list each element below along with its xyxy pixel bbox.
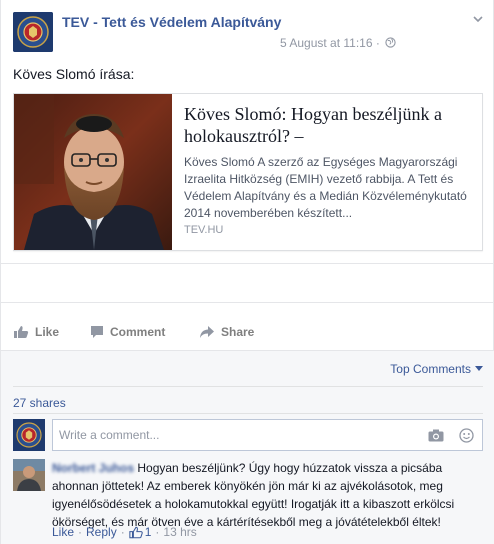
shares-count-link[interactable]: 27 shares (13, 396, 66, 410)
comment-body: Norbert Juhos Hogyan beszéljünk? Úgy hog… (52, 459, 482, 531)
comment-like-count[interactable]: 1 (129, 525, 152, 539)
commenter-avatar[interactable] (13, 459, 45, 491)
top-comments-dropdown[interactable]: Top Comments (390, 362, 483, 376)
comment-label: Comment (110, 325, 166, 339)
comment-input-box[interactable] (52, 419, 483, 451)
divider (13, 413, 483, 414)
viewer-avatar (13, 419, 45, 451)
link-domain: TEV.HU (184, 224, 224, 236)
comment-author-link[interactable]: Norbert Juhos (52, 461, 134, 475)
share-label: Share (221, 325, 255, 339)
chevron-down-icon[interactable] (471, 12, 485, 26)
comment-meta: Like · Reply · 1 · 13 hrs (52, 525, 197, 539)
emoji-icon[interactable] (459, 428, 474, 443)
divider (1, 302, 494, 303)
thumbs-up-icon (129, 526, 143, 538)
sort-label: Top Comments (390, 362, 471, 376)
comment-reply-link[interactable]: Reply (86, 525, 117, 539)
camera-icon[interactable] (428, 429, 444, 442)
divider (13, 386, 483, 387)
comment-age[interactable]: 13 hrs (163, 525, 196, 539)
link-thumbnail-image[interactable] (14, 94, 172, 250)
like-count-value: 1 (144, 525, 152, 539)
link-preview-card[interactable]: Köves Slomó: Hogyan beszéljünk a holokau… (13, 93, 483, 251)
comment-button[interactable]: Comment (90, 325, 165, 339)
like-label: Like (35, 325, 60, 339)
page-name-link[interactable]: TEV - Tett és Védelem Alapítvány (62, 14, 281, 30)
caret-down-icon (475, 366, 483, 371)
comment-input[interactable] (59, 420, 419, 450)
comment-like-link[interactable]: Like (52, 525, 74, 539)
post-card: TEV - Tett és Védelem Alapítvány 5 Augus… (0, 0, 494, 544)
like-button[interactable]: Like (13, 325, 59, 339)
share-button[interactable]: Share (199, 325, 254, 339)
post-timestamp[interactable]: 5 August at 11:16 · (280, 36, 380, 50)
timestamp-separator: · (375, 36, 380, 50)
comments-section: Top Comments 27 shares Write a comment..… (1, 350, 494, 544)
meta-separator: · (120, 525, 125, 539)
thumbs-up-icon (14, 326, 29, 338)
meta-separator: · (78, 525, 83, 539)
meta-separator: · (155, 525, 160, 539)
page-avatar[interactable] (13, 12, 53, 52)
link-title[interactable]: Köves Slomó: Hogyan beszéljünk a holokau… (184, 103, 474, 147)
post-text: Köves Slomó írása: (13, 66, 135, 82)
divider (1, 263, 494, 264)
comment-bubble-icon (91, 326, 103, 338)
share-arrow-icon (200, 326, 214, 338)
timestamp-text[interactable]: 5 August at 11:16 (280, 36, 373, 50)
link-description: Köves Slomó A szerző az Egységes Magyaro… (184, 155, 467, 220)
globe-icon[interactable] (385, 37, 396, 48)
